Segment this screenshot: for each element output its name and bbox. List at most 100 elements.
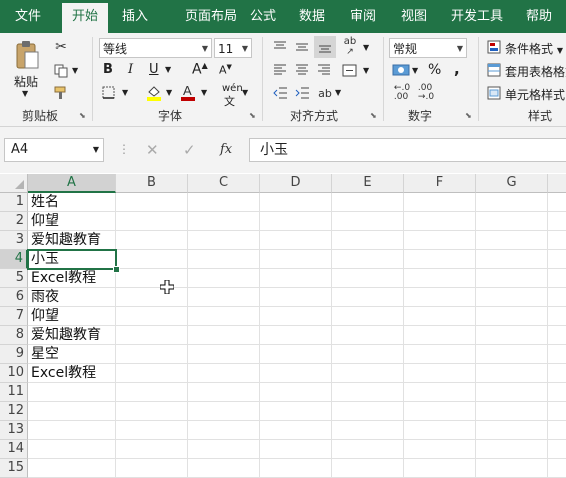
orientation-icon[interactable]: ab ↗ — [340, 36, 360, 58]
wrap-text-icon[interactable]: ab — [316, 84, 334, 102]
font-color-icon[interactable]: A — [180, 82, 196, 101]
cell-a5[interactable]: Excel教程 — [28, 269, 116, 288]
cell-a8[interactable]: 爱知趣教育 — [28, 326, 116, 345]
row-header-13[interactable]: 13 — [0, 421, 28, 440]
font-size-select[interactable]: 11 ▼ — [214, 38, 252, 58]
formula-input[interactable]: 小玉 — [249, 138, 566, 162]
row-header-15[interactable]: 15 — [0, 459, 28, 478]
currency-icon[interactable] — [391, 61, 411, 79]
paste-label[interactable]: 粘贴 — [14, 73, 38, 90]
borders-icon[interactable] — [100, 84, 116, 100]
row-header-5[interactable]: 5 — [0, 269, 28, 288]
row-header-8[interactable]: 8 — [0, 326, 28, 345]
conditional-format-button[interactable]: 条件格式 ▼ — [505, 40, 563, 57]
cell-a3[interactable]: 爱知趣教育 — [28, 231, 116, 250]
align-right-icon[interactable] — [315, 61, 333, 79]
tab-insert[interactable]: 插入 — [114, 0, 156, 33]
row-header-2[interactable]: 2 — [0, 212, 28, 231]
cell-a13[interactable] — [28, 421, 116, 440]
paste-icon[interactable] — [12, 39, 42, 71]
cell-a12[interactable] — [28, 402, 116, 421]
name-box[interactable]: A4 ▼ — [4, 138, 104, 162]
number-launcher-icon[interactable]: ⬊ — [465, 111, 474, 120]
tab-data[interactable]: 数据 — [290, 0, 334, 33]
row-header-6[interactable]: 6 — [0, 288, 28, 307]
cell-styles-icon[interactable] — [486, 85, 502, 101]
paste-dropdown-icon[interactable]: ▼ — [22, 89, 28, 98]
currency-dropdown-icon[interactable]: ▼ — [412, 66, 418, 75]
column-header-a[interactable]: A — [28, 174, 116, 193]
enter-icon[interactable]: ✓ — [183, 141, 196, 159]
tab-developer[interactable]: 开发工具 — [444, 0, 510, 33]
font-launcher-icon[interactable]: ⬊ — [249, 111, 258, 120]
column-header-e[interactable]: E — [332, 174, 404, 193]
row-header-10[interactable]: 10 — [0, 364, 28, 383]
row-header-9[interactable]: 9 — [0, 345, 28, 364]
cell-a1[interactable]: 姓名 — [28, 193, 116, 212]
worksheet-grid[interactable]: A B C D E F G 1 姓名 2 仰望 3 爱知趣教育 4 小玉 5 Excel教程 6 雨夜… — [0, 174, 566, 478]
column-header-c[interactable]: C — [188, 174, 260, 193]
alignment-launcher-icon[interactable]: ⬊ — [370, 111, 379, 120]
cell-styles-button[interactable]: 单元格样式 — [505, 86, 565, 103]
cell-a2[interactable]: 仰望 — [28, 212, 116, 231]
merge-dropdown-icon[interactable]: ▼ — [363, 66, 369, 75]
increase-decimal-icon[interactable]: ←.0.00 — [392, 84, 412, 102]
column-header-f[interactable]: F — [404, 174, 476, 193]
column-header-h[interactable] — [548, 174, 566, 193]
column-header-b[interactable]: B — [116, 174, 188, 193]
align-center-icon[interactable] — [293, 61, 311, 79]
font-color-dropdown-icon[interactable]: ▼ — [201, 88, 207, 97]
copy-dropdown-icon[interactable]: ▼ — [72, 66, 78, 75]
fill-color-dropdown-icon[interactable]: ▼ — [166, 88, 172, 97]
cell-a14[interactable] — [28, 440, 116, 459]
cell-a11[interactable] — [28, 383, 116, 402]
align-middle-icon[interactable] — [293, 38, 311, 56]
wrap-dropdown-icon[interactable]: ▼ — [335, 88, 341, 97]
tab-view[interactable]: 视图 — [392, 0, 436, 33]
cell-a15[interactable] — [28, 459, 116, 478]
cell-a7[interactable]: 仰望 — [28, 307, 116, 326]
increase-indent-icon[interactable] — [293, 84, 311, 102]
cell-a10[interactable]: Excel教程 — [28, 364, 116, 383]
row-header-14[interactable]: 14 — [0, 440, 28, 459]
format-painter-icon[interactable] — [52, 84, 70, 102]
fill-color-icon[interactable] — [145, 83, 163, 101]
cut-icon[interactable]: ✂ — [52, 38, 70, 56]
format-as-table-icon[interactable] — [486, 62, 502, 78]
cancel-icon[interactable]: ✕ — [146, 141, 159, 159]
decrease-decimal-icon[interactable]: .00 →.0 — [416, 84, 436, 102]
format-as-table-button[interactable]: 套用表格格式 — [505, 63, 566, 80]
clipboard-launcher-icon[interactable]: ⬊ — [79, 111, 88, 120]
phonetic-dropdown-icon[interactable]: ▼ — [242, 88, 248, 97]
orientation-dropdown-icon[interactable]: ▼ — [363, 43, 369, 52]
underline-dropdown-icon[interactable]: ▼ — [165, 65, 171, 74]
tab-file[interactable]: 文件 — [6, 0, 50, 33]
shrink-font-button[interactable]: A▼ — [219, 63, 232, 77]
comma-button[interactable]: , — [454, 60, 460, 78]
column-header-g[interactable]: G — [476, 174, 548, 193]
row-header-1[interactable]: 1 — [0, 193, 28, 212]
row-header-11[interactable]: 11 — [0, 383, 28, 402]
cell-a9[interactable]: 星空 — [28, 345, 116, 364]
font-name-select[interactable]: 等线 ▼ — [99, 38, 212, 58]
underline-button[interactable]: U — [149, 62, 159, 77]
row-header-12[interactable]: 12 — [0, 402, 28, 421]
select-all-button[interactable] — [0, 174, 28, 193]
number-format-select[interactable]: 常规 ▼ — [389, 38, 467, 58]
fill-handle[interactable] — [113, 266, 120, 273]
align-top-icon[interactable] — [271, 38, 289, 56]
tab-help[interactable]: 帮助 — [518, 0, 560, 33]
row-header-3[interactable]: 3 — [0, 231, 28, 250]
decrease-indent-icon[interactable] — [271, 84, 289, 102]
align-left-icon[interactable] — [271, 61, 289, 79]
insert-function-button[interactable]: fx — [220, 142, 232, 157]
merge-center-icon[interactable] — [340, 61, 358, 79]
formula-bar-grip-icon[interactable]: ⋮ — [118, 142, 130, 156]
row-header-4[interactable]: 4 — [0, 250, 28, 269]
align-bottom-icon[interactable] — [314, 36, 336, 58]
grow-font-button[interactable]: A▲ — [192, 61, 208, 78]
copy-icon[interactable] — [52, 62, 70, 80]
conditional-format-icon[interactable] — [486, 39, 502, 55]
borders-dropdown-icon[interactable]: ▼ — [122, 88, 128, 97]
tab-home[interactable]: 开始 — [62, 3, 108, 33]
